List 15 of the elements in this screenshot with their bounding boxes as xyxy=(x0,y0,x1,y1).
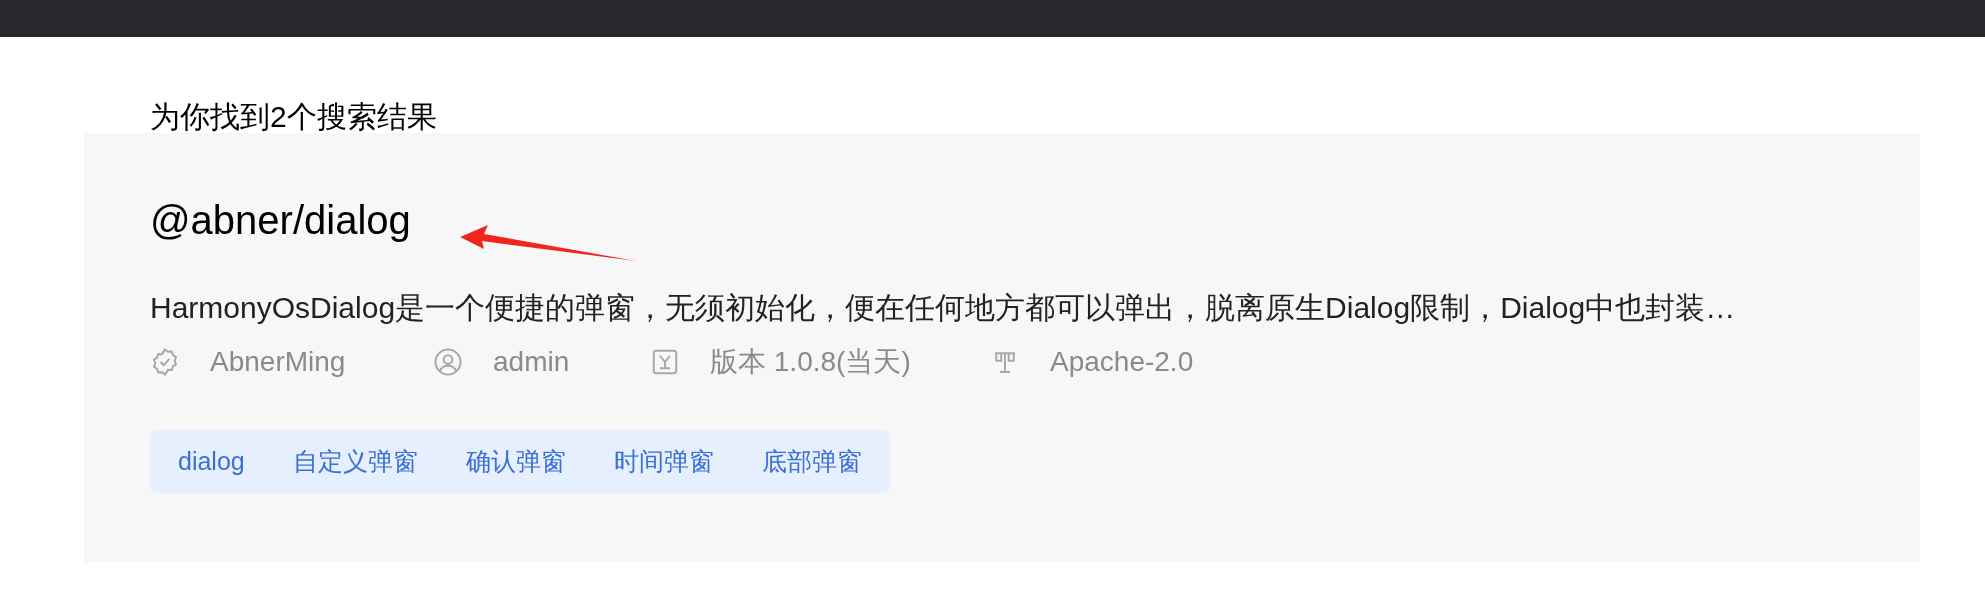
tag-link[interactable]: 底部弹窗 xyxy=(761,442,862,481)
tag-link[interactable]: dialog xyxy=(178,442,245,481)
tag-link[interactable]: 自定义弹窗 xyxy=(292,442,418,481)
user-icon xyxy=(433,347,463,377)
package-description: HarmonyOsDialog是一个便捷的弹窗，无须初始化，便在任何地方都可以弹出，脱离原生Dialog限制，Dialog中也封装… xyxy=(150,291,1736,324)
tag-link[interactable]: 确认弹窗 xyxy=(465,442,566,481)
meta-text: admin xyxy=(493,345,570,379)
badge-check-icon xyxy=(150,347,180,377)
meta-text: AbnerMing xyxy=(210,345,346,379)
meta-text: Apache-2.0 xyxy=(1050,345,1194,379)
tag-link[interactable]: 时间弹窗 xyxy=(613,442,714,481)
results-heading: 为你找到2个搜索结果 xyxy=(150,101,438,133)
meta-text: 版本 1.0.8(当天) xyxy=(710,345,911,379)
version-icon xyxy=(650,347,680,377)
package-name[interactable]: @abner/dialog xyxy=(150,198,411,242)
